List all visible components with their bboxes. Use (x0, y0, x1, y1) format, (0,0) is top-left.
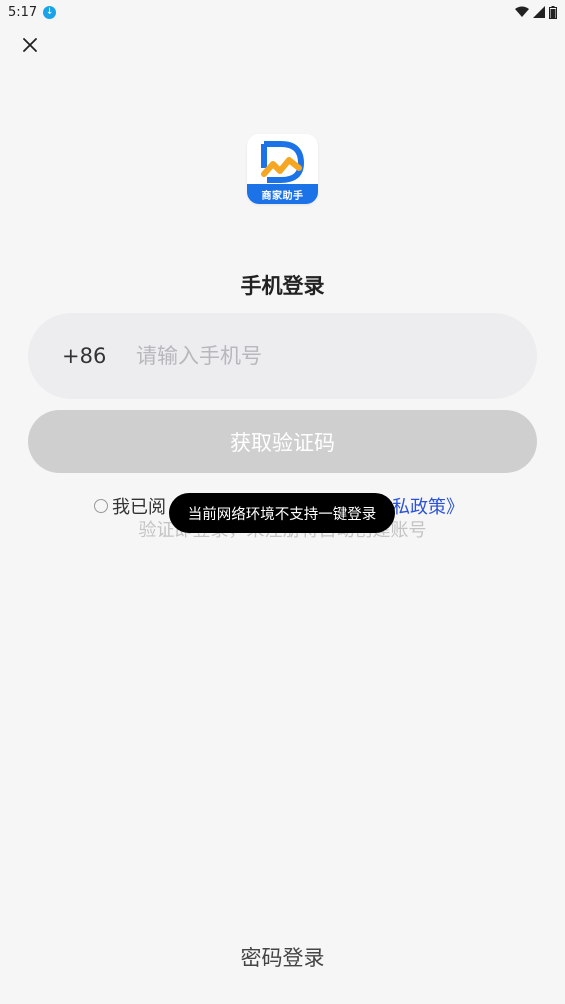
phone-field[interactable]: +86 (28, 313, 537, 399)
status-left: 5:17 ↓ (8, 4, 57, 20)
close-button[interactable] (18, 33, 42, 57)
toast-message: 当前网络环境不支持一键登录 (169, 493, 395, 533)
login-screen: 5:17 ↓ 商家助手 手机登录 +86 请输入手机号 获取验证码 我已阅 隐私… (0, 0, 565, 1004)
download-icon: ↓ (43, 5, 57, 19)
status-time: 5:17 (8, 4, 38, 20)
password-login-link[interactable]: 密码登录 (0, 942, 565, 972)
logo-d-mark (261, 141, 305, 183)
agreement-checkbox[interactable] (94, 499, 108, 513)
wifi-icon (515, 6, 529, 17)
signal-icon (533, 6, 545, 18)
status-bar: 5:17 ↓ (0, 0, 565, 24)
logo-label: 商家助手 (247, 184, 318, 204)
battery-icon (549, 5, 557, 19)
page-title: 手机登录 (240, 274, 325, 298)
phone-input[interactable] (134, 343, 468, 369)
country-code[interactable]: +86 (62, 344, 134, 368)
status-right (515, 5, 557, 19)
get-code-button[interactable]: 获取验证码 (28, 410, 537, 473)
app-logo: 商家助手 (247, 134, 318, 204)
close-icon (23, 38, 37, 52)
